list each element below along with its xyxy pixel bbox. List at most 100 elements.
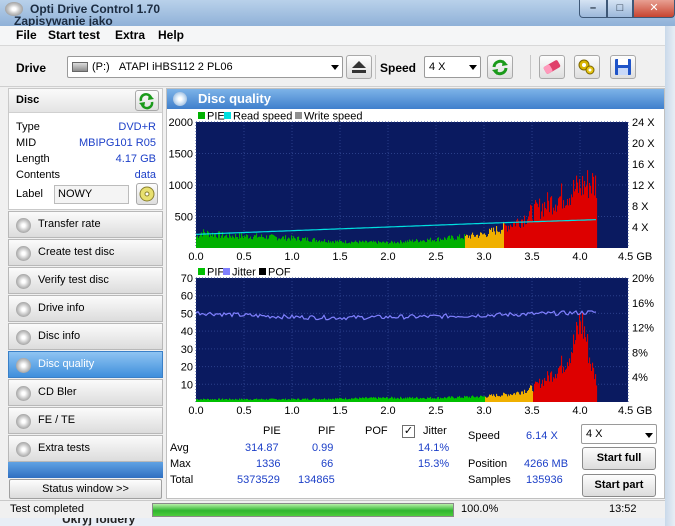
data-bar <box>439 398 441 402</box>
data-bar <box>480 395 482 402</box>
data-bar <box>582 175 584 248</box>
data-bar <box>408 398 410 402</box>
data-bar <box>276 237 278 248</box>
data-bar <box>512 395 514 402</box>
data-bar <box>283 236 285 248</box>
data-bar <box>468 237 470 248</box>
data-bar <box>504 223 506 248</box>
progress-percent: 100.0% <box>461 503 499 515</box>
data-bar <box>530 204 532 248</box>
start-full-button[interactable]: Start full <box>582 447 656 470</box>
data-bar <box>249 238 251 248</box>
status-text: Test completed <box>10 503 84 515</box>
data-bar <box>447 237 449 248</box>
data-bar <box>243 237 245 248</box>
data-bar <box>577 182 579 248</box>
speed-readout-value: 6.14 X <box>526 430 558 442</box>
data-bar <box>235 234 237 248</box>
data-bar <box>405 397 407 402</box>
x-tick-label: 0.5 <box>236 251 251 263</box>
data-bar <box>550 372 552 402</box>
data-bar <box>556 211 558 248</box>
data-bar <box>391 240 393 248</box>
data-bar <box>386 397 388 402</box>
background-window-text: Ukryj foldery <box>62 518 136 526</box>
data-bar <box>391 396 393 402</box>
data-bar <box>349 242 351 248</box>
data-bar <box>499 396 501 402</box>
data-bar <box>590 185 592 248</box>
data-bar <box>518 392 520 402</box>
data-bar <box>572 197 574 248</box>
data-bar <box>252 399 254 402</box>
data-bar <box>466 234 468 248</box>
data-bar <box>326 242 328 248</box>
data-bar <box>595 374 597 402</box>
data-bar <box>465 396 467 402</box>
data-bar <box>337 240 339 248</box>
data-bar <box>402 243 404 248</box>
data-bar <box>327 399 329 402</box>
data-bar <box>337 398 339 402</box>
data-bar <box>444 237 446 248</box>
data-bar <box>557 373 559 402</box>
data-bar <box>504 393 506 402</box>
data-bar <box>469 235 471 248</box>
data-bar <box>339 397 341 402</box>
data-bar <box>276 399 278 402</box>
data-bar <box>223 237 225 248</box>
data-bar <box>257 237 259 248</box>
legend-write-label: Write speed <box>304 111 363 123</box>
x-tick-label: 2.5 <box>428 405 443 417</box>
data-bar <box>212 232 214 248</box>
data-bar <box>372 398 374 402</box>
data-bar <box>470 397 472 402</box>
data-bar <box>519 226 521 248</box>
legend-jitter-label: Jitter <box>232 267 256 279</box>
data-bar <box>454 398 456 402</box>
data-bar <box>509 229 511 248</box>
data-bar <box>596 385 598 402</box>
legend-write-swatch <box>295 112 302 119</box>
data-bar <box>563 366 565 402</box>
data-bar <box>468 397 470 402</box>
data-bar <box>473 234 475 248</box>
data-bar <box>378 240 380 248</box>
data-bar <box>202 399 204 402</box>
data-bar <box>445 238 447 248</box>
data-bar <box>515 226 517 248</box>
jitter-checkbox[interactable]: ✓ <box>402 425 415 438</box>
data-bar <box>592 173 594 248</box>
data-bar <box>489 394 491 402</box>
data-bar <box>226 234 228 248</box>
data-bar <box>466 396 468 402</box>
test-speed-select[interactable]: 4 X <box>581 424 657 444</box>
data-bar <box>450 397 452 402</box>
data-bar <box>587 170 589 248</box>
data-bar <box>307 237 309 248</box>
data-bar <box>414 241 416 248</box>
stats-max-jitter: 15.3% <box>418 458 450 470</box>
data-bar <box>197 399 199 402</box>
charts-layer: PIE Read speed Write speed 2000 1500 1000 5… <box>169 111 656 418</box>
data-bar <box>203 229 205 248</box>
legend-jitter-swatch <box>223 268 230 275</box>
data-bar <box>412 239 414 248</box>
data-bar <box>255 235 257 248</box>
data-bar <box>440 397 442 402</box>
data-bar <box>272 398 274 402</box>
data-bar <box>390 242 392 248</box>
progress-fill <box>153 504 453 516</box>
data-bar <box>394 397 396 402</box>
y-left-tick-label: 1000 <box>169 180 193 192</box>
data-bar <box>533 391 535 402</box>
data-bar <box>503 221 505 248</box>
data-bar <box>247 235 249 248</box>
data-bar <box>562 373 564 402</box>
start-part-button[interactable]: Start part <box>582 474 656 497</box>
data-bar <box>496 226 498 248</box>
data-bar <box>383 397 385 402</box>
data-bar <box>395 398 397 402</box>
data-bar <box>529 387 531 402</box>
data-bar <box>484 233 486 248</box>
